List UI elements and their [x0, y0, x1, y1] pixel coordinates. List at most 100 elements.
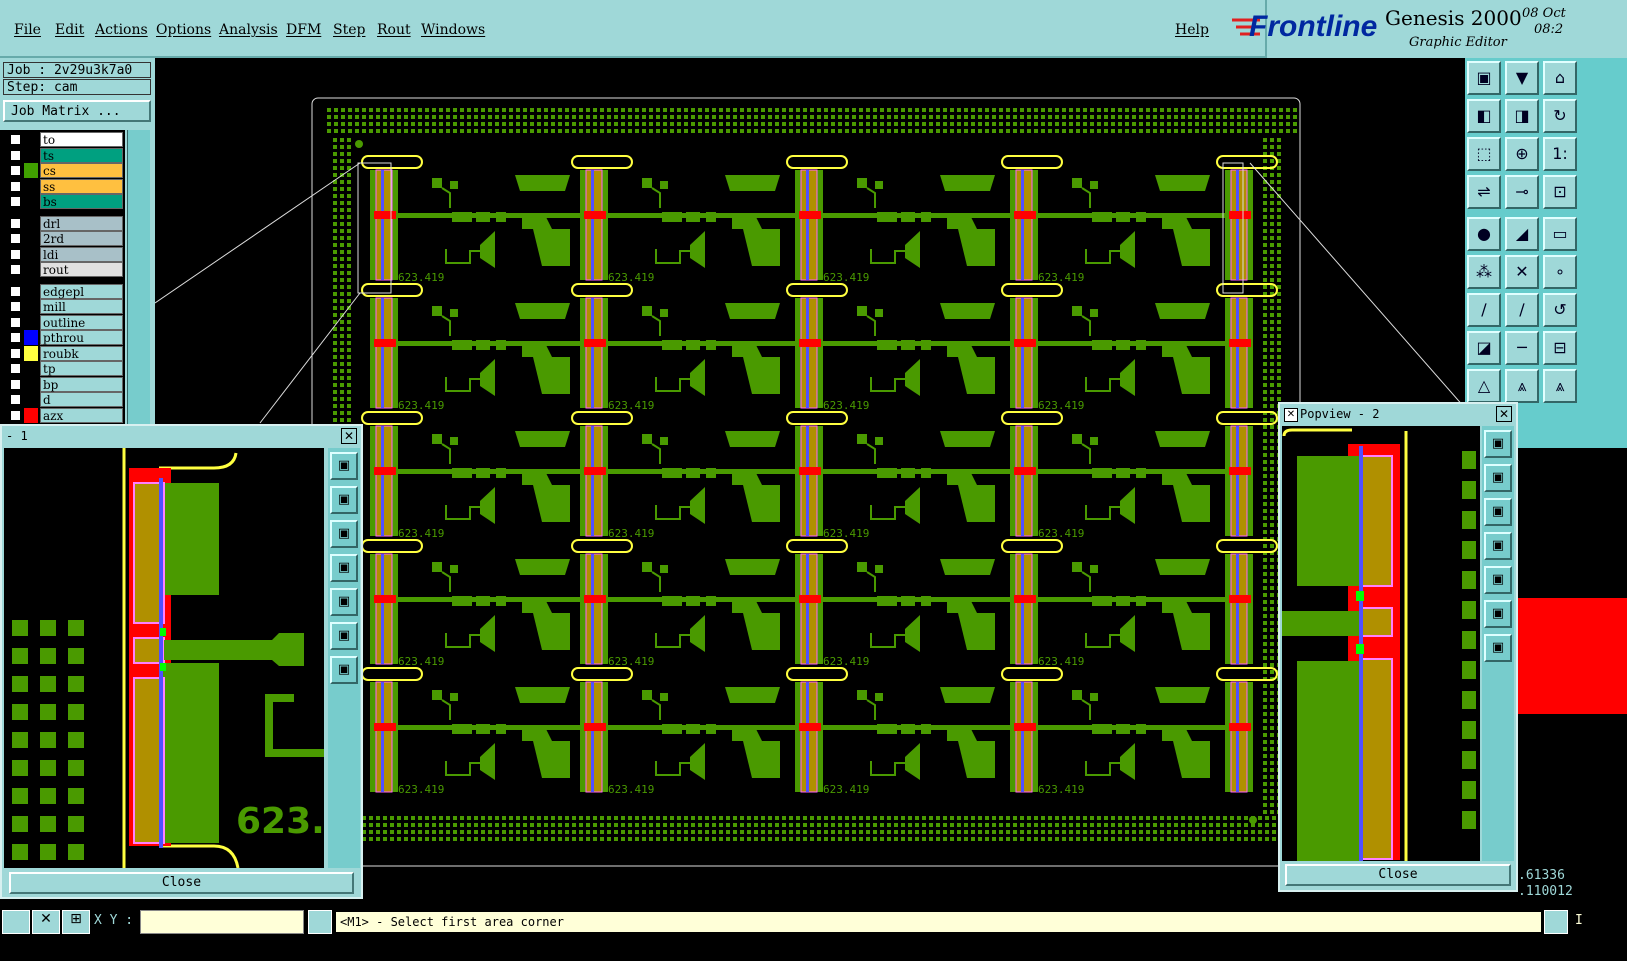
layer-color-swatch[interactable]	[24, 231, 38, 246]
center-icon[interactable]: ⊕	[1505, 137, 1539, 171]
popview-2-canvas[interactable]	[1282, 426, 1480, 861]
layer-color-swatch[interactable]	[24, 345, 38, 361]
layer-checkbox[interactable]	[10, 196, 21, 207]
layer-checkbox[interactable]	[10, 180, 21, 192]
layer-checkbox[interactable]	[10, 316, 21, 328]
measure-icon[interactable]: ⇌	[1467, 175, 1501, 209]
layer-checkbox[interactable]	[10, 347, 21, 359]
peak-icon[interactable]: ⩓	[1505, 369, 1539, 403]
menu-step[interactable]: Step	[333, 22, 365, 38]
layer-row-edgepl[interactable]: edgepl	[8, 283, 123, 299]
menu-file[interactable]: File	[14, 22, 41, 38]
grid-tool-icon[interactable]: ⊞	[62, 910, 90, 934]
menu-windows[interactable]: Windows	[421, 22, 485, 38]
export-icon[interactable]: ◨	[1505, 99, 1539, 133]
center-icon[interactable]: ▣	[1484, 600, 1512, 628]
layer-checkbox[interactable]	[10, 409, 21, 421]
layer-color-swatch[interactable]	[24, 147, 38, 163]
menu-rout[interactable]: Rout	[377, 22, 411, 38]
layer-row-mill[interactable]: mill	[8, 299, 123, 314]
layer-checkbox[interactable]	[10, 165, 21, 176]
layer-color-swatch[interactable]	[24, 262, 38, 277]
fit-view-icon[interactable]: ▣	[330, 452, 358, 480]
layer-color-swatch[interactable]	[24, 376, 38, 392]
layer-checkbox[interactable]	[10, 233, 21, 244]
fit-view-icon[interactable]: ▣	[1484, 430, 1512, 458]
layer-color-swatch[interactable]	[24, 163, 38, 178]
layer-color-swatch[interactable]	[24, 407, 38, 423]
snap-icon[interactable]: ⊡	[1543, 175, 1577, 209]
layer-row-2rd[interactable]: 2rd	[8, 231, 123, 246]
pan-right-icon[interactable]: ▣	[330, 588, 358, 616]
scale-icon[interactable]: 1:	[1543, 137, 1577, 171]
popview-2-close-button[interactable]: Close	[1284, 864, 1512, 886]
close-icon[interactable]: ✕	[341, 428, 357, 444]
layer-checkbox[interactable]	[10, 264, 21, 275]
layer-checkbox[interactable]	[10, 363, 21, 374]
hline-icon[interactable]: ─	[1505, 331, 1539, 365]
layer-row-ts[interactable]: ts	[8, 147, 123, 163]
triangle-icon[interactable]: △	[1467, 369, 1501, 403]
layer-row-d[interactable]: d	[8, 392, 123, 407]
menu-options[interactable]: Options	[156, 22, 211, 38]
layer-row-ldi[interactable]: ldi	[8, 246, 123, 262]
cross-tool-icon[interactable]: ✕	[32, 910, 60, 934]
nodes-icon[interactable]: ⁂	[1467, 255, 1501, 289]
layer-row-outline[interactable]: outline	[8, 314, 123, 330]
pad-icon[interactable]: ●	[1467, 217, 1501, 251]
layer-color-swatch[interactable]	[24, 299, 38, 314]
zoom-out-icon[interactable]: ▣	[1484, 498, 1512, 526]
zoom-out-icon[interactable]: ▣	[330, 520, 358, 548]
layer-row-rout[interactable]: rout	[8, 262, 123, 277]
popview-1-close-button[interactable]: Close	[9, 872, 354, 894]
close-icon[interactable]: ✕	[1496, 406, 1512, 422]
layer-color-swatch[interactable]	[24, 392, 38, 407]
menu-actions[interactable]: Actions	[95, 22, 148, 38]
layer-row-tp[interactable]: tp	[8, 361, 123, 376]
job-matrix-button[interactable]: Job Matrix ...	[3, 100, 151, 122]
layer-checkbox[interactable]	[10, 394, 21, 405]
line-icon[interactable]: ∕	[1467, 293, 1501, 327]
fit-icon[interactable]: ⬚	[1467, 137, 1501, 171]
pan-left-icon[interactable]: ▣	[1484, 532, 1512, 560]
layer-row-to[interactable]: to	[8, 132, 123, 147]
ruler-icon[interactable]: ▭	[1543, 217, 1577, 251]
popview-1-canvas[interactable]: 623.	[4, 448, 324, 868]
layer-checkbox[interactable]	[10, 285, 21, 297]
cut-icon[interactable]: ◢	[1505, 217, 1539, 251]
status-button[interactable]	[1544, 910, 1568, 934]
home-icon[interactable]: ▣	[330, 656, 358, 684]
zoom-tool-icon[interactable]	[2, 910, 30, 934]
save-icon[interactable]: ▼	[1505, 61, 1539, 95]
popview-1-titlebar[interactable]: - 1	[2, 426, 361, 446]
delete-icon[interactable]: ✕	[1505, 255, 1539, 289]
layer-row-ss[interactable]: ss	[8, 178, 123, 194]
menu-edit[interactable]: Edit	[55, 22, 84, 38]
menu-dfm[interactable]: DFM	[286, 22, 321, 38]
menu-analysis[interactable]: Analysis	[219, 22, 278, 38]
snap-toggle[interactable]	[308, 910, 332, 934]
pad-add-icon[interactable]: ◪	[1467, 331, 1501, 365]
open-icon[interactable]: ▣	[1467, 61, 1501, 95]
arc-icon[interactable]: ↺	[1543, 293, 1577, 327]
home-icon[interactable]: ▣	[1484, 634, 1512, 662]
window-menu-icon[interactable]: ✕	[1284, 408, 1298, 422]
layer-checkbox[interactable]	[10, 332, 21, 343]
layer-color-swatch[interactable]	[24, 361, 38, 376]
layer-checkbox[interactable]	[10, 134, 21, 145]
layer-color-swatch[interactable]	[24, 314, 38, 330]
layer-checkbox[interactable]	[10, 378, 21, 390]
layer-checkbox[interactable]	[10, 248, 21, 260]
popview-2-titlebar[interactable]: Popview - 2	[1280, 404, 1516, 424]
layer-color-swatch[interactable]	[24, 178, 38, 194]
layer-row-roubk[interactable]: roubk	[8, 345, 123, 361]
layer-color-swatch[interactable]	[24, 283, 38, 299]
pan-left-icon[interactable]: ▣	[330, 554, 358, 582]
home-icon[interactable]: ⌂	[1543, 61, 1577, 95]
cursor-icon[interactable]: ⊸	[1505, 175, 1539, 209]
menu-help[interactable]: Help	[1175, 22, 1209, 38]
rotate-icon[interactable]: ∘	[1543, 255, 1577, 289]
layer-row-azx[interactable]: azx	[8, 407, 123, 423]
layer-row-pthrou[interactable]: pthrou	[8, 330, 123, 345]
xy-input[interactable]	[140, 910, 304, 934]
